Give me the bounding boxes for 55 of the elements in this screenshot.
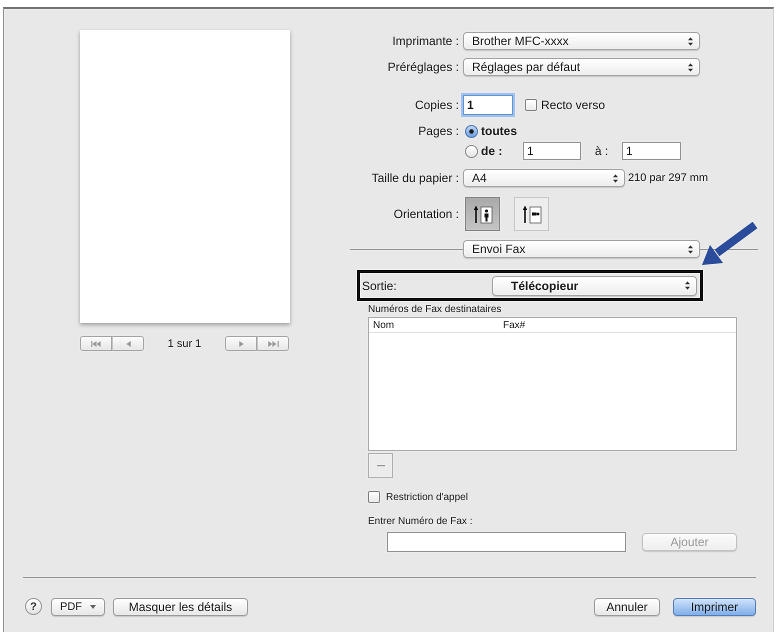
cancel-button[interactable]: Annuler: [594, 598, 660, 616]
next-icon: [238, 340, 244, 346]
hide-details-button[interactable]: Masquer les détails: [113, 598, 248, 616]
page-range-label: de :: [481, 144, 504, 158]
column-header[interactable]: Fax#: [499, 320, 526, 330]
call-restriction-label: Restriction d'appel: [386, 492, 468, 502]
output-label: Sortie:: [362, 278, 397, 292]
pdf-menu-button[interactable]: PDF: [51, 598, 105, 616]
up-down-arrows-icon: [613, 174, 618, 182]
paper-size-popup[interactable]: A4: [463, 169, 625, 187]
printer-label: Imprimante :: [391, 34, 460, 48]
radio-button[interactable]: [465, 144, 478, 158]
orientation-button[interactable]: [514, 197, 549, 231]
checkbox[interactable]: [368, 491, 380, 503]
to-page-field[interactable]: 1: [622, 142, 681, 160]
up-down-arrows-icon: [685, 281, 690, 290]
presets-popup[interactable]: Réglages par défaut: [463, 58, 700, 76]
output-popup[interactable]: Télécopieur: [492, 276, 697, 296]
next-page-button[interactable]: [225, 336, 257, 351]
portrait-icon: [472, 204, 492, 224]
presets-label: Préréglages :: [386, 60, 460, 74]
page-counter: 1 sur 1: [166, 338, 202, 350]
panel-popup[interactable]: Envoi Fax: [463, 240, 700, 258]
fax-number-label: Entrer Numéro de Fax :: [368, 516, 472, 527]
recipients-label: Numéros de Fax destinataires: [368, 304, 502, 315]
orientation-label: Orientation :: [392, 207, 460, 221]
minus-icon: [376, 464, 384, 466]
previous-icon: [126, 340, 130, 346]
up-down-arrows-icon: [688, 244, 693, 254]
checkbox[interactable]: [525, 99, 537, 111]
pages-label: Pages :: [417, 124, 460, 138]
to-label: à :: [594, 144, 610, 158]
print-button[interactable]: Imprimer: [673, 598, 756, 616]
from-page-field[interactable]: 1: [523, 142, 581, 160]
landscape-icon: [522, 204, 542, 224]
all-pages-label: toutes: [481, 124, 517, 138]
column-header[interactable]: Nom: [369, 320, 499, 330]
last-page-icon: [268, 340, 278, 346]
paper-dimensions: 210 par 297 mm: [628, 172, 708, 184]
first-page-button[interactable]: [80, 336, 112, 351]
up-down-arrows-icon: [688, 36, 693, 46]
duplex-label: Recto verso: [541, 98, 606, 112]
copies-field[interactable]: 1: [463, 95, 513, 115]
first-page-icon: [90, 340, 102, 346]
up-down-arrows-icon: [688, 62, 693, 72]
fax-number-field[interactable]: [387, 532, 626, 552]
copies-label: Copies :: [414, 98, 460, 112]
previous-page-button[interactable]: [112, 336, 144, 351]
caret-icon: [90, 605, 96, 609]
orientation-button[interactable]: [465, 197, 500, 231]
radio-button[interactable]: [465, 124, 478, 138]
paper-size-label: Taille du papier :: [370, 171, 460, 185]
help-button[interactable]: ?: [25, 598, 42, 615]
last-page-button[interactable]: [257, 336, 289, 351]
printer-popup[interactable]: Brother MFC-xxxx: [463, 32, 700, 50]
